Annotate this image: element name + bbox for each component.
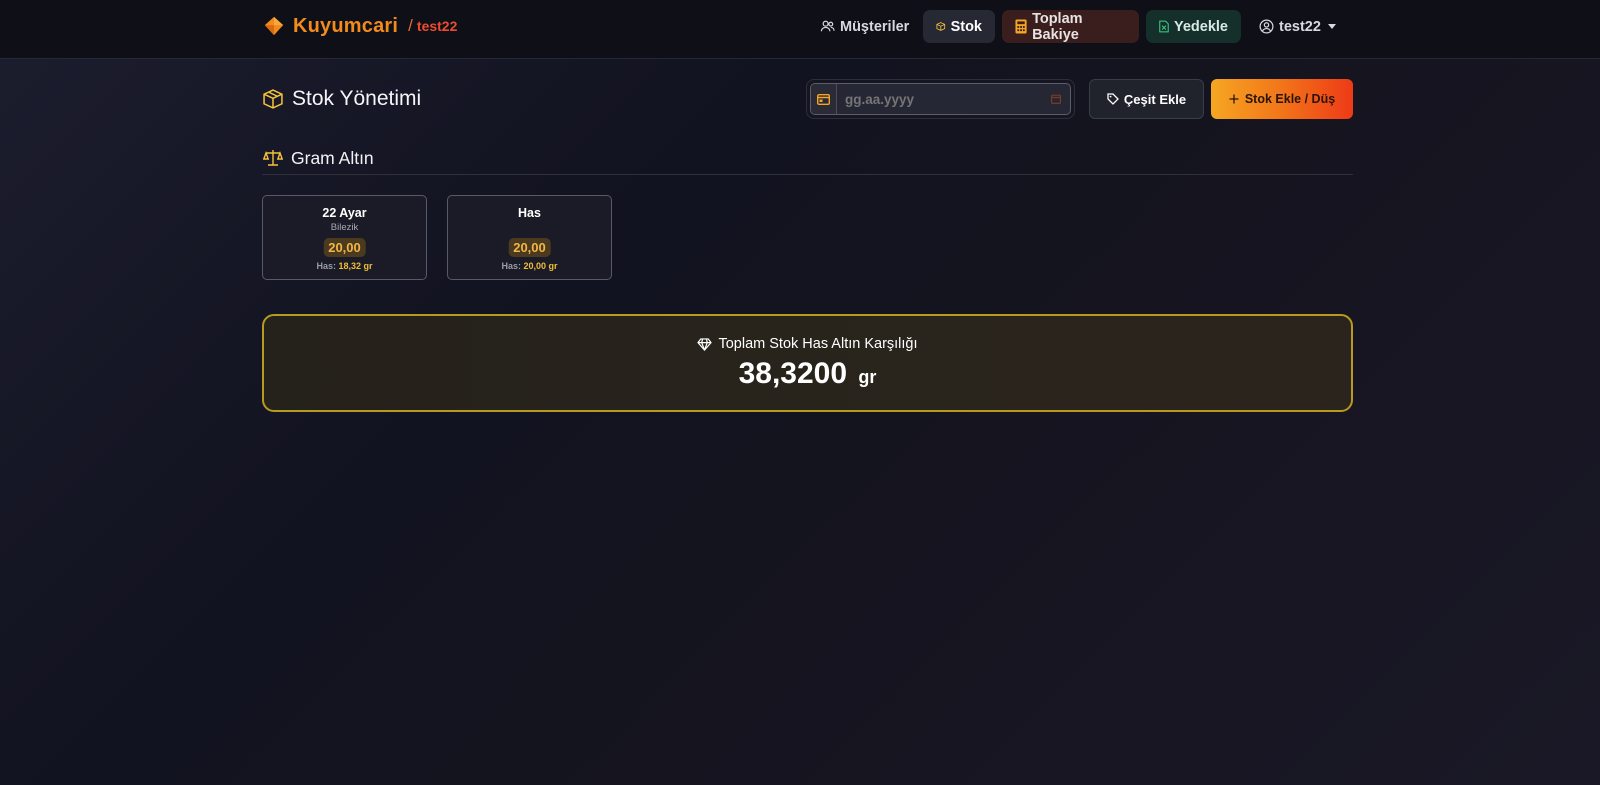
brand-separator: / <box>408 16 413 35</box>
nav-backup[interactable]: Yedekle <box>1146 10 1241 43</box>
date-input-group <box>810 83 1071 115</box>
brand-name: Kuyumcari <box>293 14 399 37</box>
stock-card-quantity: 20,00 <box>508 238 551 257</box>
user-circle-icon <box>1259 19 1274 34</box>
stock-card-has-label: Has: <box>501 261 521 271</box>
user-menu[interactable]: test22 <box>1247 10 1348 43</box>
nav-balance-label: Toplam Bakiye <box>1032 10 1083 43</box>
total-value: 38,3200 gr <box>264 357 1351 391</box>
diamond-icon <box>697 337 713 351</box>
total-value-number: 38,3200 <box>738 357 848 390</box>
stock-card-has-label: Has: <box>316 261 336 271</box>
date-input[interactable] <box>837 84 1042 114</box>
page-title-text: Stok Yönetimi <box>292 87 422 110</box>
chevron-down-icon <box>1327 24 1336 29</box>
stock-card[interactable]: Has 20,00 Has: 20,00 gr <box>447 195 612 280</box>
total-stock-panel: Toplam Stok Has Altın Karşılığı 38,3200 … <box>262 314 1353 412</box>
total-value-unit: gr <box>858 367 877 387</box>
brand[interactable]: Kuyumcari / test22 <box>263 14 457 38</box>
stock-card-has-value: 18,32 gr <box>338 261 373 271</box>
scale-icon <box>263 150 283 166</box>
top-navbar: Kuyumcari / test22 Müşteriler Stok Topla… <box>0 0 1600 59</box>
stock-card[interactable]: 22 Ayar Bilezik 20,00 Has: 18,32 gr <box>262 195 427 280</box>
stock-card-has: Has: 18,32 gr <box>263 261 426 271</box>
stock-card-quantity: 20,00 <box>323 238 366 257</box>
nav-backup-label: Yedekle <box>1173 18 1228 35</box>
plus-icon <box>1229 94 1239 104</box>
section-title: Gram Altın <box>263 146 374 170</box>
total-label: Toplam Stok Has Altın Karşılığı <box>264 336 1351 352</box>
calendar-icon[interactable] <box>1042 84 1070 114</box>
users-icon <box>820 20 835 32</box>
stock-card-has: Has: 20,00 gr <box>448 261 611 271</box>
nav-stock-label: Stok <box>950 18 982 35</box>
gem-icon <box>264 16 284 36</box>
stock-card-has-value: 20,00 gr <box>523 261 558 271</box>
add-remove-stock-button[interactable]: Stok Ekle / Düş <box>1211 79 1353 119</box>
excel-file-icon <box>1159 20 1169 33</box>
box-icon <box>263 89 283 109</box>
total-label-text: Toplam Stok Has Altın Karşılığı <box>718 336 918 352</box>
nav-total-balance[interactable]: Toplam Bakiye <box>1002 10 1139 43</box>
nav-stock[interactable]: Stok <box>923 10 995 43</box>
nav-customers[interactable]: Müşteriler <box>808 10 921 43</box>
add-variety-label: Çeşit Ekle <box>1123 91 1187 107</box>
nav-customers-label: Müşteriler <box>840 18 910 35</box>
tag-icon <box>1107 93 1119 105</box>
add-stock-label: Stok Ekle / Düş <box>1244 92 1336 106</box>
stock-card-name: Has <box>518 206 541 220</box>
stock-card-subtitle: Bilezik <box>330 222 359 233</box>
section-title-text: Gram Altın <box>291 147 374 168</box>
calendar-card-icon <box>811 84 837 114</box>
box-icon <box>936 22 946 31</box>
stock-card-name: 22 Ayar <box>322 206 367 220</box>
date-filter <box>806 79 1075 119</box>
user-menu-label: test22 <box>1279 18 1321 35</box>
calculator-icon <box>1015 19 1027 34</box>
page-title: Stok Yönetimi <box>262 85 421 113</box>
add-variety-button[interactable]: Çeşit Ekle <box>1089 79 1204 119</box>
section-divider <box>262 174 1353 175</box>
brand-username: test22 <box>416 18 458 34</box>
